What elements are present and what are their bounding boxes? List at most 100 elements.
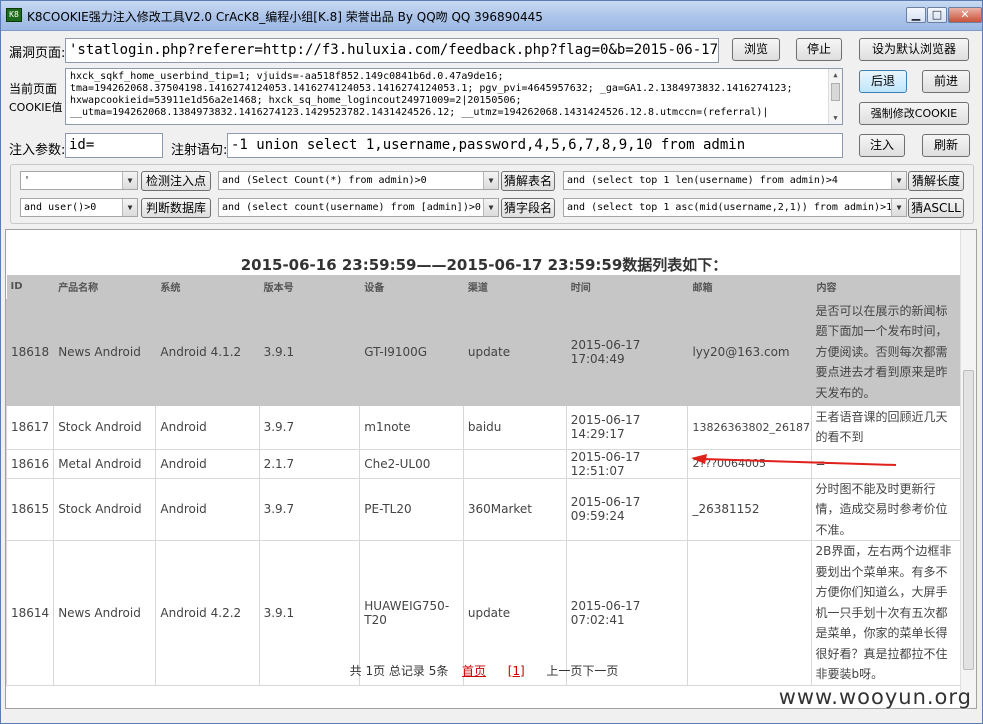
scroll-down-arrow-icon[interactable]: ▼ — [829, 112, 842, 124]
close-button[interactable]: ✕ — [948, 7, 982, 23]
combo-detect[interactable]: ' ▼ — [20, 171, 138, 190]
stop-button[interactable]: 停止 — [796, 38, 842, 61]
table-row: 18615 Stock Android Android 3.9.7 PE-TL2… — [6, 477, 963, 541]
arrow-head — [691, 454, 707, 464]
combo-field-value: and (select count(username) from [admin]… — [222, 202, 481, 213]
cell-system: Android — [155, 477, 260, 541]
column-header: 时间 — [566, 275, 689, 299]
cell-id: 18615 — [6, 477, 55, 541]
column-header: 系统 — [155, 275, 260, 299]
force-modify-cookie-button[interactable]: 强制修改COOKIE — [859, 102, 969, 125]
back-button[interactable]: 后退 — [859, 70, 907, 93]
guess-field-button[interactable]: 猜字段名 — [501, 198, 555, 218]
column-header: 渠道 — [463, 275, 567, 299]
cell-content: 分时图不能及时更新行情，造成交易时参考价位不准。 — [811, 477, 963, 541]
guess-ascii-button[interactable]: 猜ASCLL — [908, 198, 964, 218]
scroll-up-arrow-icon[interactable]: ▲ — [829, 69, 842, 81]
pagination: 共 1页 总记录 5条 首页 [1] 上一页下一页 — [6, 662, 962, 679]
cell-product: Stock Android — [53, 404, 157, 450]
cookie-label-line2: COOKIE值 — [9, 101, 63, 114]
window-title: K8COOKIE强力注入修改工具V2.0 CrAcK8_编程小组[K.8] 荣誉… — [27, 10, 543, 24]
cookie-label-line1: 当前页面 — [9, 82, 58, 96]
column-header: ID — [6, 275, 55, 299]
dropdown-arrow-icon[interactable]: ▼ — [122, 199, 137, 216]
combo-table-value: and (Select Count(*) from admin)>0 — [222, 175, 427, 186]
pager-summary: 共 1页 总记录 5条 — [349, 664, 449, 678]
cell-time: 2015-06-17 17:04:49 — [565, 298, 689, 406]
cell-channel: update — [462, 298, 567, 406]
table-header-row: ID 产品名称 系统 版本号 设备 渠道 时间 邮箱 内容 — [6, 275, 963, 299]
cell-time: 2015-06-17 12:51:07 — [565, 448, 689, 479]
cookie-line: hxck_sqkf_home_userbind_tip=1; vjuids=-a… — [70, 71, 504, 82]
url-label: 漏洞页面: — [9, 46, 66, 61]
param-label: 注入参数: — [9, 143, 66, 158]
cookie-scroll-thumb[interactable] — [831, 83, 840, 101]
arrow-shaft — [702, 458, 897, 466]
combo-table[interactable]: and (Select Count(*) from admin)>0 ▼ — [218, 171, 499, 190]
combo-detect-value: ' — [24, 175, 31, 186]
combo-length[interactable]: and (select top 1 len(username) from adm… — [563, 171, 907, 190]
dropdown-arrow-icon[interactable]: ▼ — [122, 172, 137, 189]
cell-email: _26381152 — [687, 477, 813, 541]
combo-ascii[interactable]: and (select top 1 asc(mid(username,2,1))… — [563, 198, 907, 217]
cell-product: Stock Android — [53, 477, 157, 541]
pager-first-link[interactable]: 首页 — [462, 664, 486, 678]
app-icon: K8 — [6, 8, 22, 22]
statement-label: 注射语句: — [171, 143, 228, 158]
watermark: www.wooyun.org — [778, 685, 972, 709]
cell-product: News Android — [53, 298, 157, 406]
browse-button[interactable]: 浏览 — [732, 38, 780, 61]
cell-device: PE-TL20 — [359, 477, 464, 541]
guess-length-button[interactable]: 猜解长度 — [908, 171, 964, 191]
guess-table-button[interactable]: 猜解表名 — [501, 171, 555, 191]
page-title: 2015-06-16 23:59:59——2015-06-17 23:59:59… — [240, 256, 728, 274]
cookie-textarea[interactable]: hxck_sqkf_home_userbind_tip=1; vjuids=-a… — [65, 68, 843, 125]
cell-id: 18617 — [6, 404, 55, 450]
set-default-browser-button[interactable]: 设为默认浏览器 — [859, 38, 969, 61]
cell-version: 2.1.7 — [258, 448, 361, 479]
dropdown-arrow-icon[interactable]: ▼ — [891, 199, 906, 216]
pager-prev-next[interactable]: 上一页下一页 — [546, 664, 618, 678]
combo-database[interactable]: and user()>0 ▼ — [20, 198, 138, 217]
inject-button[interactable]: 注入 — [859, 134, 905, 157]
cookie-line: hxwapcookieid=53911e1d56a2e1468; hxck_sq… — [70, 95, 522, 106]
cell-channel: 360Market — [462, 477, 567, 541]
dropdown-arrow-icon[interactable]: ▼ — [483, 199, 498, 216]
cell-id: 18616 — [6, 448, 55, 479]
cell-device: GT-I9100G — [359, 298, 464, 406]
page-scroll-thumb[interactable] — [963, 370, 974, 670]
cell-version: 3.9.1 — [258, 298, 361, 406]
app-window: K8 K8COOKIE强力注入修改工具V2.0 CrAcK8_编程小组[K.8]… — [0, 0, 983, 724]
table-row: 18617 Stock Android Android 3.9.7 m1note… — [6, 404, 963, 450]
column-header: 版本号 — [259, 275, 361, 299]
cell-product: Metal Android — [53, 448, 157, 479]
refresh-button[interactable]: 刷新 — [922, 134, 970, 157]
cell-version: 3.9.7 — [258, 477, 361, 541]
combo-length-value: and (select top 1 len(username) from adm… — [567, 175, 838, 186]
column-header: 邮箱 — [687, 275, 813, 299]
pager-current-page[interactable]: [1] — [508, 664, 525, 678]
table-row: 18618 News Android Android 4.1.2 3.9.1 G… — [6, 298, 963, 406]
column-header: 设备 — [359, 275, 464, 299]
dropdown-arrow-icon[interactable]: ▼ — [483, 172, 498, 189]
statement-input[interactable]: -1 union select 1,username,password,4,5,… — [227, 133, 843, 158]
url-input[interactable]: 'statlogin.php?referer=http://f3.huluxia… — [65, 38, 719, 63]
page-scrollbar[interactable] — [960, 230, 976, 708]
cell-channel — [462, 448, 567, 479]
combo-field[interactable]: and (select count(username) from [admin]… — [218, 198, 499, 217]
maximize-button[interactable]: □ — [927, 7, 947, 23]
cookie-scrollbar[interactable]: ▲ ▼ — [828, 69, 842, 124]
forward-button[interactable]: 前进 — [922, 70, 970, 93]
browser-view[interactable]: 2015-06-16 23:59:59——2015-06-17 23:59:59… — [5, 229, 977, 709]
column-header: 内容 — [811, 275, 963, 299]
cell-system: Android — [155, 448, 260, 479]
injection-tools-group: ' ▼ 检测注入点 and (Select Count(*) from admin… — [10, 164, 974, 224]
check-database-button[interactable]: 判断数据库 — [141, 198, 211, 218]
param-input[interactable]: id= — [65, 133, 163, 158]
minimize-button[interactable]: ▁ — [906, 7, 926, 23]
title-bar[interactable]: K8 K8COOKIE强力注入修改工具V2.0 CrAcK8_编程小组[K.8]… — [1, 1, 982, 31]
detect-injection-button[interactable]: 检测注入点 — [141, 171, 211, 191]
cell-version: 3.9.7 — [258, 404, 361, 450]
dropdown-arrow-icon[interactable]: ▼ — [891, 172, 906, 189]
column-header: 产品名称 — [53, 275, 157, 299]
